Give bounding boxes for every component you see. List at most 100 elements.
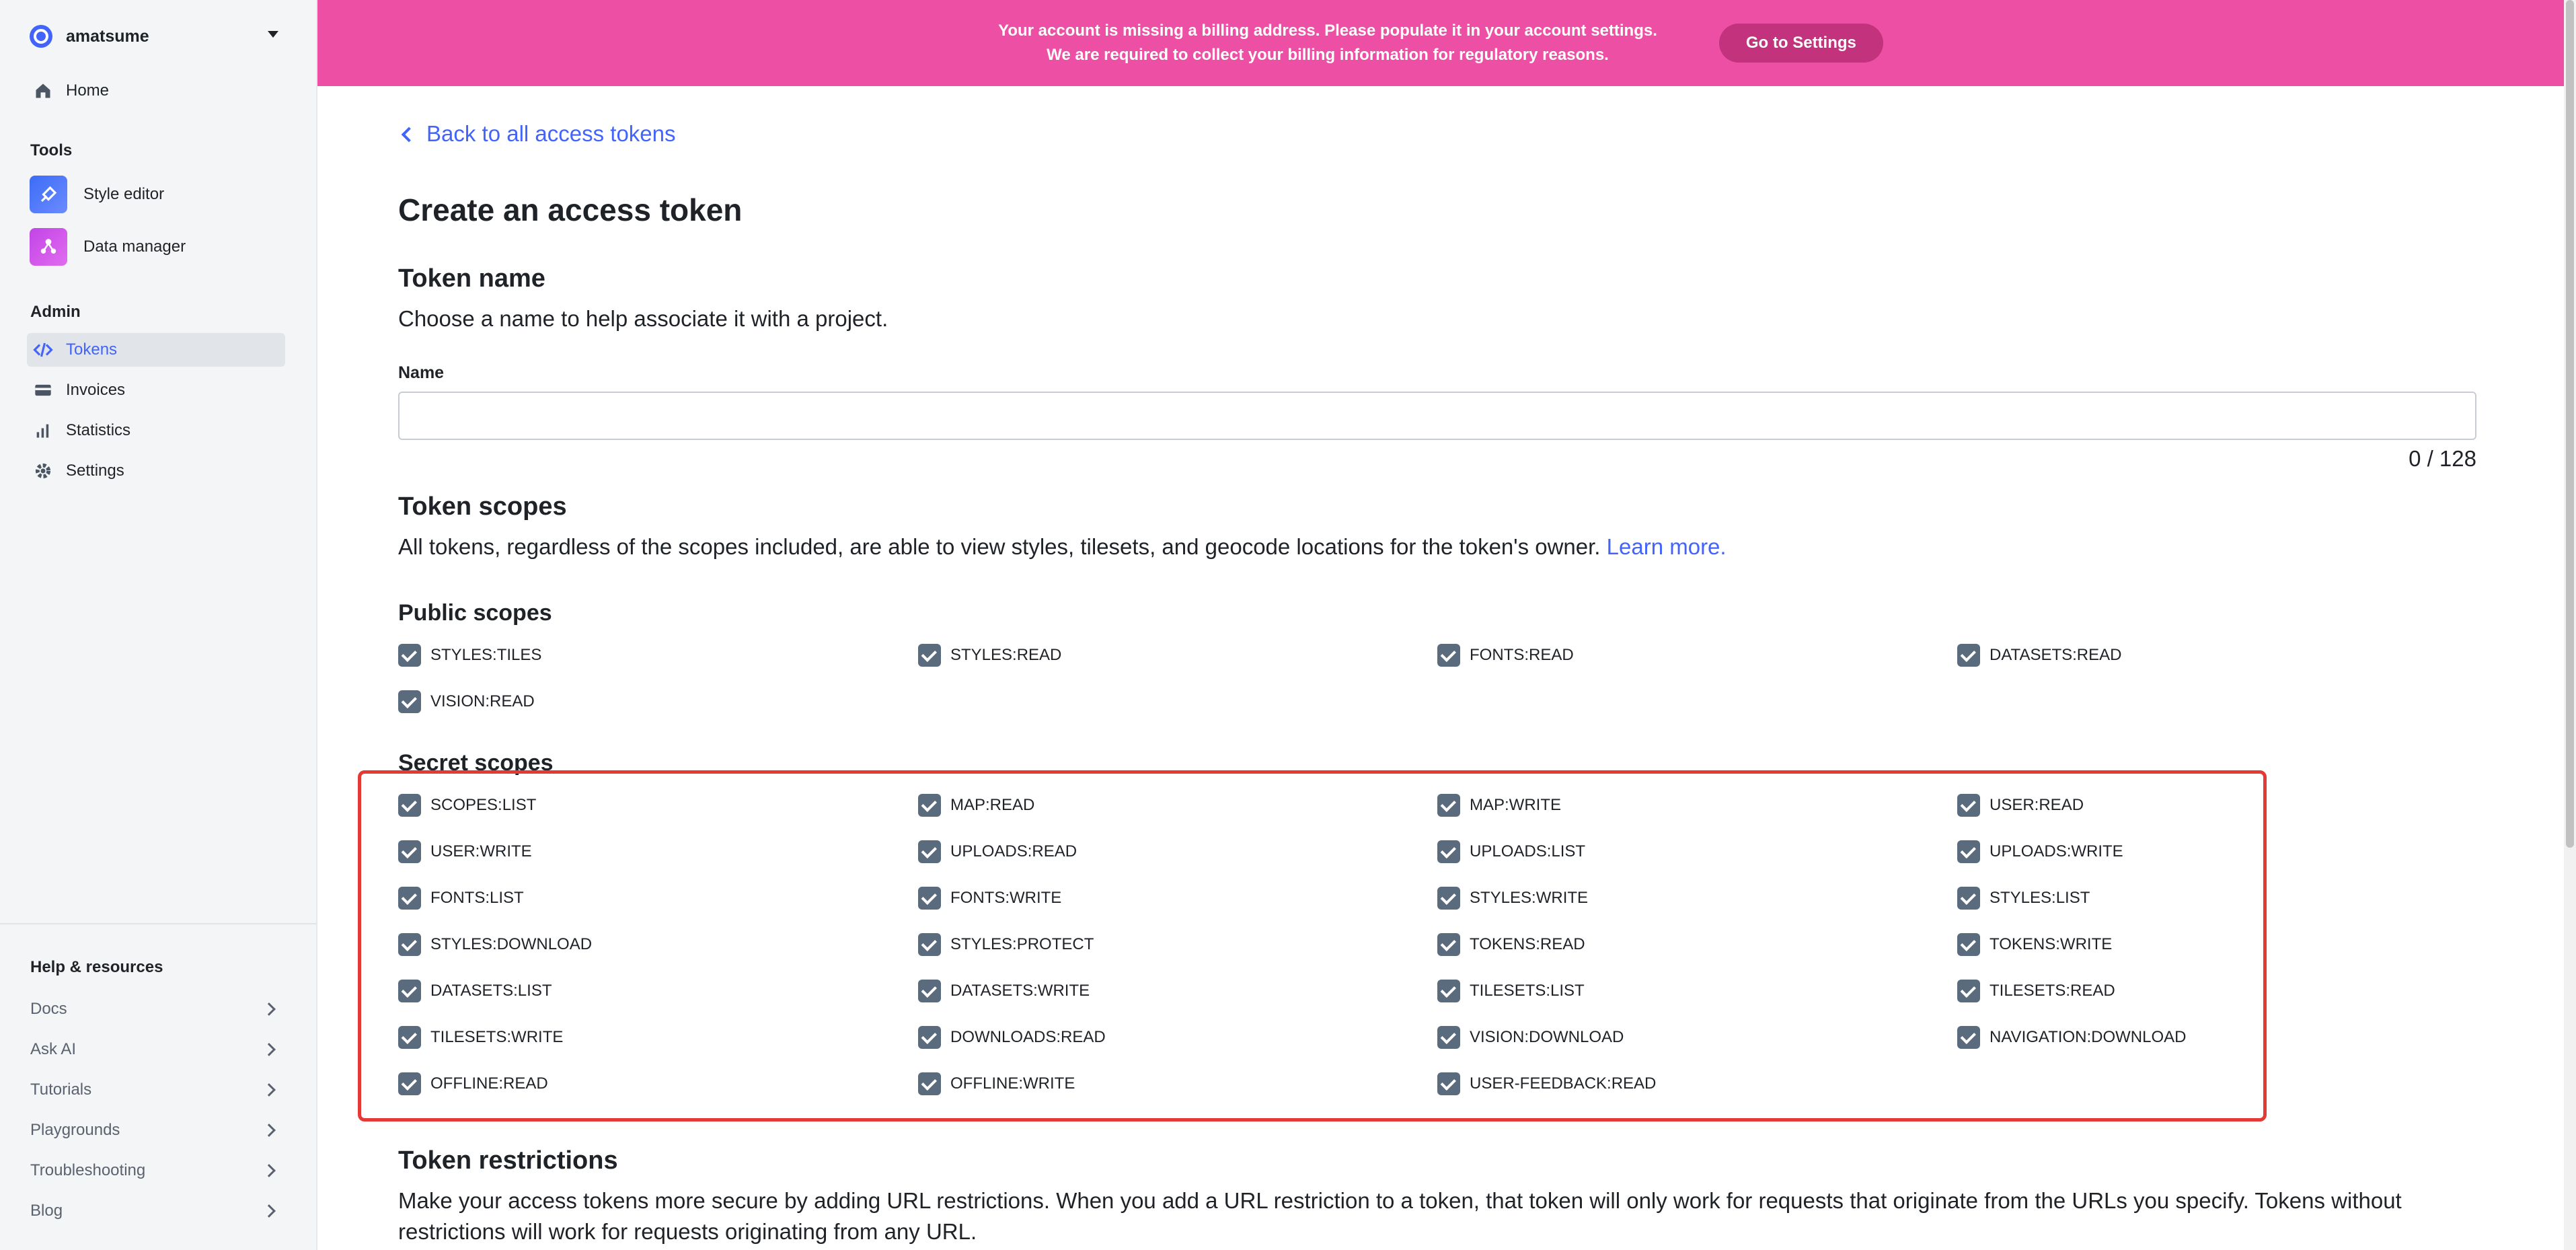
- scope-checkbox-offline-write[interactable]: OFFLINE:WRITE: [918, 1070, 1075, 1097]
- help-item-ask-ai[interactable]: Ask AI: [30, 1033, 279, 1066]
- checkbox-checked-icon[interactable]: [1957, 887, 1980, 910]
- bar-chart-icon: [32, 420, 54, 441]
- scope-checkbox-map-read[interactable]: MAP:READ: [918, 792, 1034, 819]
- checkbox-checked-icon[interactable]: [1437, 840, 1460, 863]
- scope-checkbox-vision-download[interactable]: VISION:DOWNLOAD: [1437, 1024, 1624, 1051]
- scope-checkbox-uploads-write[interactable]: UPLOADS:WRITE: [1957, 838, 2123, 865]
- checkbox-checked-icon[interactable]: [398, 1072, 421, 1095]
- public-scopes-heading: Public scopes: [398, 600, 552, 626]
- help-item-label: Playgrounds: [30, 1121, 120, 1139]
- checkbox-checked-icon[interactable]: [398, 887, 421, 910]
- checkbox-checked-icon[interactable]: [398, 644, 421, 667]
- help-item-docs[interactable]: Docs: [30, 993, 279, 1025]
- name-field-label: Name: [398, 363, 445, 382]
- sidebar-item-style-editor[interactable]: Style editor: [30, 175, 164, 214]
- scope-checkbox-uploads-list[interactable]: UPLOADS:LIST: [1437, 838, 1585, 865]
- sidebar-item-statistics[interactable]: Statistics: [27, 414, 285, 447]
- scope-checkbox-tokens-read[interactable]: TOKENS:READ: [1437, 931, 1585, 958]
- checkbox-checked-icon[interactable]: [1957, 794, 1980, 817]
- help-item-playgrounds[interactable]: Playgrounds: [30, 1114, 279, 1146]
- checkbox-checked-icon[interactable]: [1437, 1072, 1460, 1095]
- checkbox-checked-icon[interactable]: [1957, 1026, 1980, 1049]
- sidebar-item-settings[interactable]: Settings: [27, 454, 285, 488]
- checkbox-checked-icon[interactable]: [1957, 644, 1980, 667]
- checkbox-checked-icon[interactable]: [918, 887, 941, 910]
- sidebar-item-data-manager[interactable]: Data manager: [30, 227, 186, 266]
- scope-checkbox-tilesets-write[interactable]: TILESETS:WRITE: [398, 1024, 563, 1051]
- paintbrush-icon: [30, 176, 67, 213]
- checkbox-checked-icon[interactable]: [1437, 933, 1460, 956]
- checkbox-checked-icon[interactable]: [1957, 933, 1980, 956]
- scope-label: TILESETS:READ: [1990, 982, 2115, 1000]
- checkbox-checked-icon[interactable]: [918, 933, 941, 956]
- checkbox-checked-icon[interactable]: [1437, 887, 1460, 910]
- checkbox-checked-icon[interactable]: [1437, 1026, 1460, 1049]
- checkbox-checked-icon[interactable]: [398, 840, 421, 863]
- scope-checkbox-scopes-list[interactable]: SCOPES:LIST: [398, 792, 536, 819]
- scope-checkbox-fonts-write[interactable]: FONTS:WRITE: [918, 885, 1061, 912]
- scope-checkbox-styles-protect[interactable]: STYLES:PROTECT: [918, 931, 1094, 958]
- scope-checkbox-user-read[interactable]: USER:READ: [1957, 792, 2084, 819]
- sidebar-item-invoices[interactable]: Invoices: [27, 373, 285, 407]
- scope-checkbox-map-write[interactable]: MAP:WRITE: [1437, 792, 1561, 819]
- scope-checkbox-datasets-read[interactable]: DATASETS:READ: [1957, 642, 2121, 669]
- scope-checkbox-vision-read[interactable]: VISION:READ: [398, 688, 535, 715]
- sidebar-item-home[interactable]: Home: [27, 74, 285, 108]
- scope-label: UPLOADS:LIST: [1470, 842, 1586, 860]
- checkbox-checked-icon[interactable]: [918, 840, 941, 863]
- checkbox-checked-icon[interactable]: [1957, 840, 1980, 863]
- scope-checkbox-datasets-list[interactable]: DATASETS:LIST: [398, 978, 552, 1004]
- checkbox-checked-icon[interactable]: [398, 980, 421, 1002]
- scope-checkbox-user-write[interactable]: USER:WRITE: [398, 838, 532, 865]
- help-item-troubleshooting[interactable]: Troubleshooting: [30, 1154, 279, 1187]
- scrollbar[interactable]: [2564, 0, 2576, 1250]
- scope-label: DATASETS:LIST: [430, 982, 552, 1000]
- page-title: Create an access token: [398, 192, 743, 227]
- scope-checkbox-styles-tiles[interactable]: STYLES:TILES: [398, 642, 541, 669]
- checkbox-checked-icon[interactable]: [1437, 794, 1460, 817]
- learn-more-link[interactable]: Learn more.: [1607, 534, 1727, 559]
- sidebar-item-label: Invoices: [66, 381, 126, 399]
- help-item-blog[interactable]: Blog: [30, 1195, 279, 1227]
- scope-checkbox-fonts-read[interactable]: FONTS:READ: [1437, 642, 1574, 669]
- token-name-input[interactable]: [398, 392, 2476, 440]
- scope-checkbox-tokens-write[interactable]: TOKENS:WRITE: [1957, 931, 2112, 958]
- checkbox-checked-icon[interactable]: [398, 1026, 421, 1049]
- banner-line-1: Your account is missing a billing addres…: [998, 22, 1657, 40]
- sidebar-item-label: Style editor: [83, 185, 165, 203]
- checkbox-checked-icon[interactable]: [918, 794, 941, 817]
- checkbox-checked-icon[interactable]: [918, 644, 941, 667]
- checkbox-checked-icon[interactable]: [1437, 644, 1460, 667]
- scope-checkbox-styles-download[interactable]: STYLES:DOWNLOAD: [398, 931, 592, 958]
- go-to-settings-button[interactable]: Go to Settings: [1718, 24, 1883, 63]
- checkbox-checked-icon[interactable]: [1437, 980, 1460, 1002]
- scope-checkbox-fonts-list[interactable]: FONTS:LIST: [398, 885, 524, 912]
- account-switcher[interactable]: amatsume: [30, 23, 278, 50]
- scope-checkbox-styles-list[interactable]: STYLES:LIST: [1957, 885, 2090, 912]
- scrollbar-thumb[interactable]: [2566, 0, 2574, 848]
- token-name-description: Choose a name to help associate it with …: [398, 306, 888, 331]
- scope-checkbox-tilesets-list[interactable]: TILESETS:LIST: [1437, 978, 1585, 1004]
- back-link[interactable]: Back to all access tokens: [401, 121, 676, 147]
- scope-label: FONTS:WRITE: [950, 889, 1062, 907]
- checkbox-checked-icon[interactable]: [918, 980, 941, 1002]
- checkbox-checked-icon[interactable]: [398, 794, 421, 817]
- checkbox-checked-icon[interactable]: [398, 690, 421, 713]
- checkbox-checked-icon[interactable]: [1957, 980, 1980, 1002]
- scope-checkbox-datasets-write[interactable]: DATASETS:WRITE: [918, 978, 1090, 1004]
- scope-checkbox-user-feedback-read[interactable]: USER-FEEDBACK:READ: [1437, 1070, 1656, 1097]
- scope-checkbox-navigation-download[interactable]: NAVIGATION:DOWNLOAD: [1957, 1024, 2186, 1051]
- help-item-tutorials[interactable]: Tutorials: [30, 1074, 279, 1106]
- scope-checkbox-uploads-read[interactable]: UPLOADS:READ: [918, 838, 1077, 865]
- scope-checkbox-styles-write[interactable]: STYLES:WRITE: [1437, 885, 1588, 912]
- checkbox-checked-icon[interactable]: [398, 933, 421, 956]
- checkbox-checked-icon[interactable]: [918, 1026, 941, 1049]
- scope-label: USER:WRITE: [430, 842, 532, 860]
- scope-checkbox-tilesets-read[interactable]: TILESETS:READ: [1957, 978, 2115, 1004]
- scope-label: FONTS:LIST: [430, 889, 524, 907]
- scope-checkbox-offline-read[interactable]: OFFLINE:READ: [398, 1070, 548, 1097]
- scope-checkbox-downloads-read[interactable]: DOWNLOADS:READ: [918, 1024, 1106, 1051]
- scope-checkbox-styles-read[interactable]: STYLES:READ: [918, 642, 1061, 669]
- checkbox-checked-icon[interactable]: [918, 1072, 941, 1095]
- sidebar-item-tokens[interactable]: Tokens: [27, 333, 285, 367]
